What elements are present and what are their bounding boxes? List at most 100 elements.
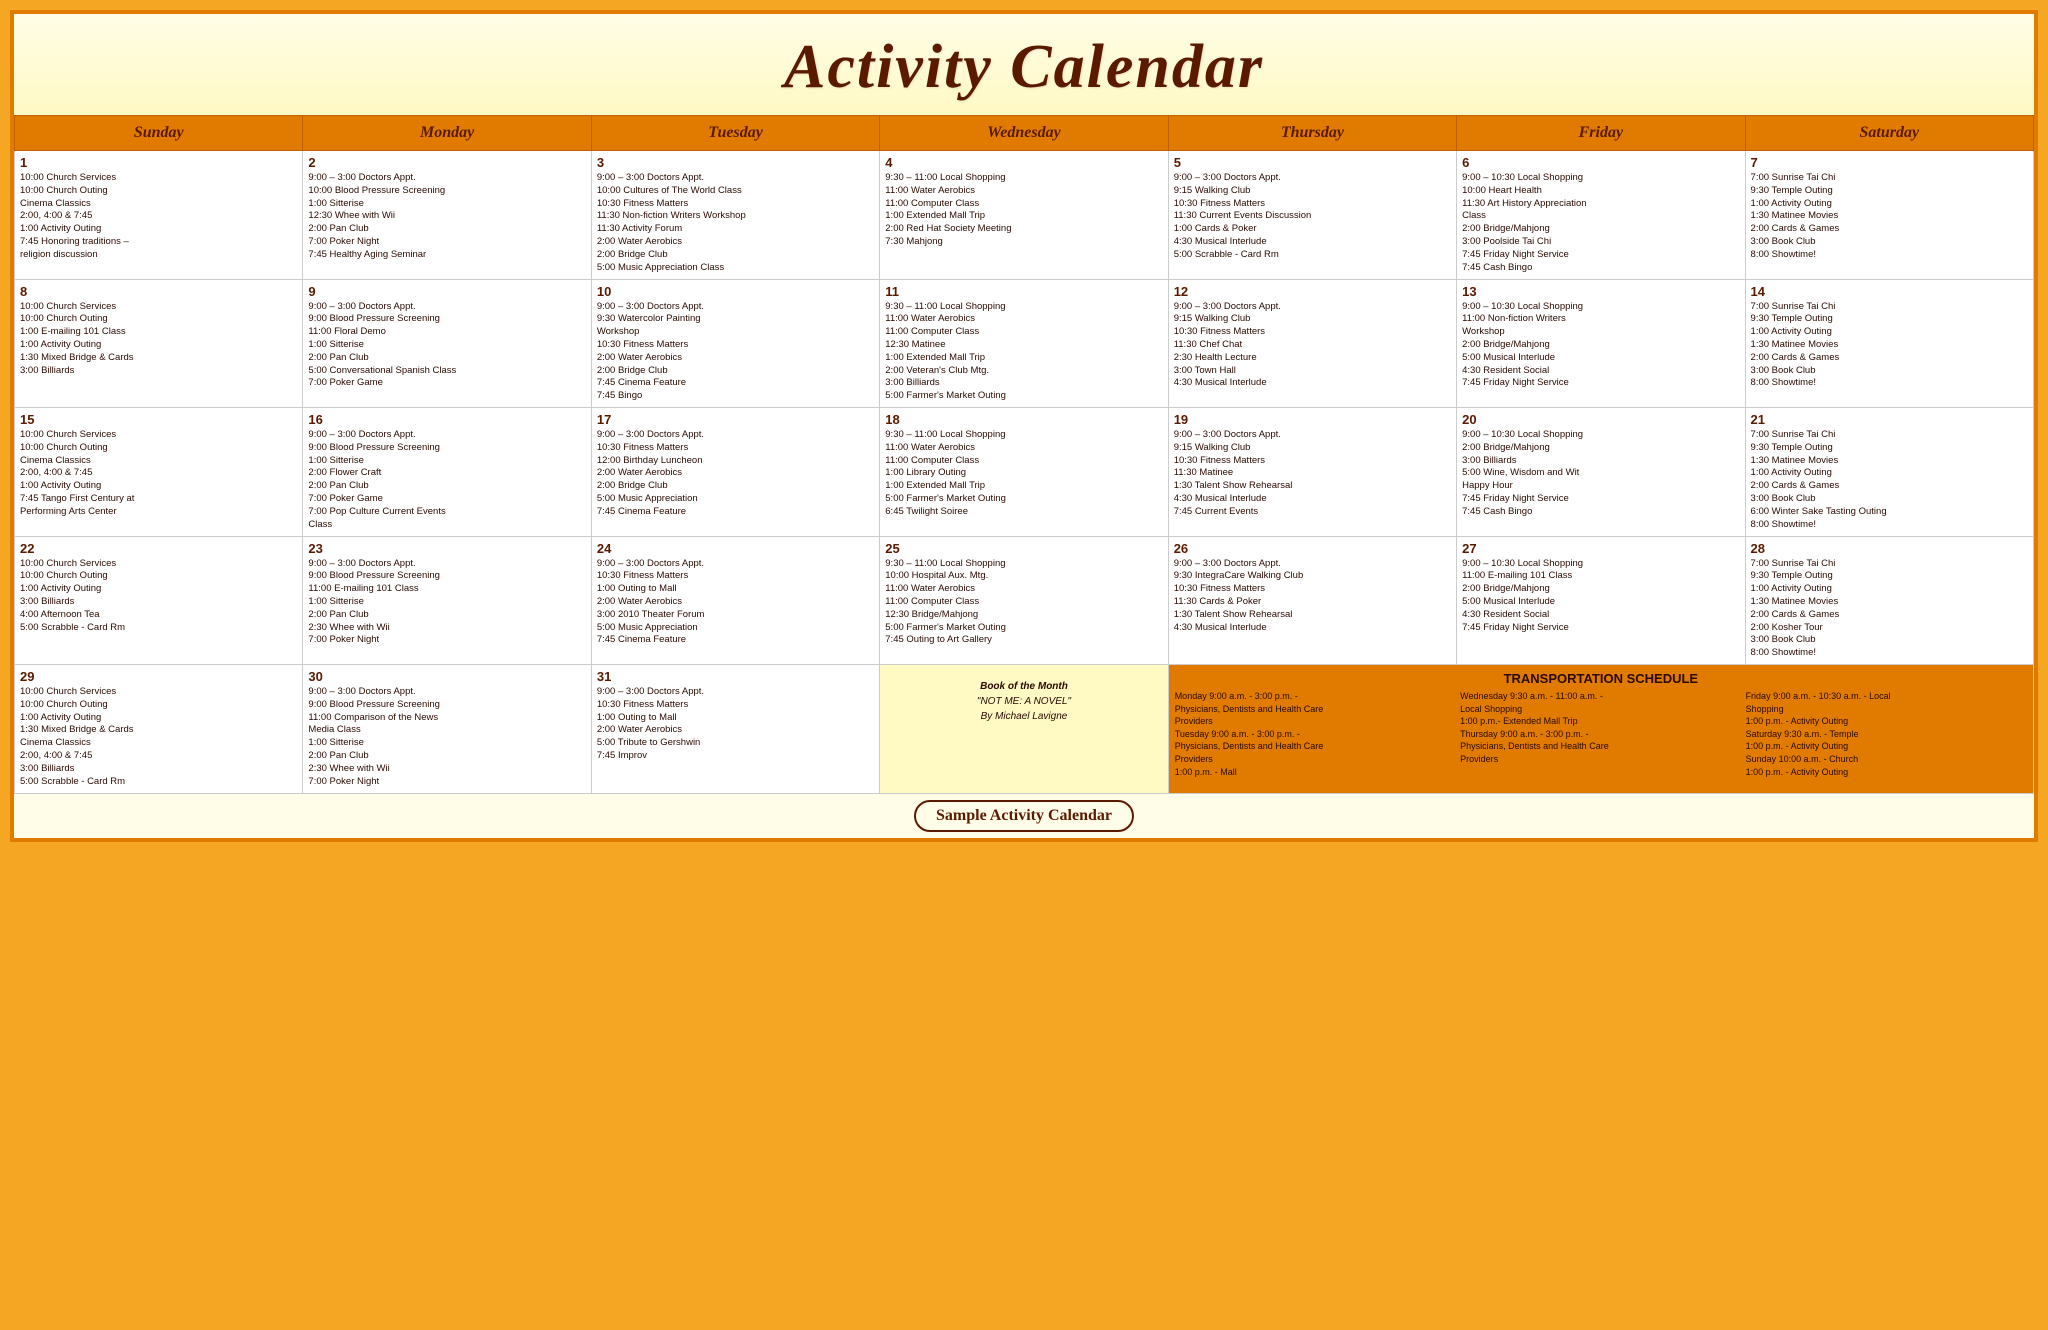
event-item: 7:45 Honoring traditions – [20, 236, 297, 249]
day-number: 19 [1174, 412, 1451, 427]
event-item: 1:30 Talent Show Rehearsal [1174, 480, 1451, 493]
day-number: 30 [308, 669, 585, 684]
event-item: 2:00 Pan Club [308, 480, 585, 493]
event-item: 1:00 Extended Mall Trip [885, 352, 1162, 365]
calendar-cell: 2910:00 Church Services10:00 Church Outi… [15, 665, 303, 794]
event-item: 1:30 Matinee Movies [1751, 455, 2028, 468]
week-row-4: 2210:00 Church Services10:00 Church Outi… [15, 536, 2034, 665]
event-item: 1:00 Sitterise [308, 737, 585, 750]
event-item: 9:00 – 3:00 Doctors Appt. [308, 429, 585, 442]
transport-line: Wednesday 9:30 a.m. - 11:00 a.m. - [1460, 690, 1741, 703]
event-item: 10:30 Fitness Matters [597, 442, 874, 455]
event-item: 10:30 Fitness Matters [597, 198, 874, 211]
calendar-cell: 179:00 – 3:00 Doctors Appt.10:30 Fitness… [591, 408, 879, 537]
event-item: 10:30 Fitness Matters [597, 570, 874, 583]
event-item: 3:00 Book Club [1751, 236, 2028, 249]
event-item: Performing Arts Center [20, 506, 297, 519]
day-number: 5 [1174, 155, 1451, 170]
event-item: 2:00 Water Aerobics [597, 724, 874, 737]
transport-line: Providers [1460, 753, 1741, 766]
event-item: 3:00 Billiards [885, 377, 1162, 390]
transport-line: Sunday 10:00 a.m. - Church [1746, 753, 2027, 766]
event-item: 9:00 – 10:30 Local Shopping [1462, 301, 1739, 314]
event-item: 9:00 – 3:00 Doctors Appt. [308, 686, 585, 699]
event-item: 9:30 IntegraCare Walking Club [1174, 570, 1451, 583]
calendar-cell: 217:00 Sunrise Tai Chi9:30 Temple Outing… [1745, 408, 2033, 537]
calendar-cell: 209:00 – 10:30 Local Shopping2:00 Bridge… [1457, 408, 1745, 537]
event-item: 7:45 Friday Night Service [1462, 377, 1739, 390]
event-item: Cinema Classics [20, 198, 297, 211]
transport-line: Local Shopping [1460, 703, 1741, 716]
event-item: 11:00 Water Aerobics [885, 313, 1162, 326]
event-item: 1:00 Sitterise [308, 596, 585, 609]
event-item: 1:30 Matinee Movies [1751, 210, 2028, 223]
event-item: 10:00 Church Outing [20, 442, 297, 455]
event-item: 5:00 Farmer's Market Outing [885, 390, 1162, 403]
day-number: 28 [1751, 541, 2028, 556]
event-item: 1:00 Activity Outing [1751, 198, 2028, 211]
calendar-cell: 169:00 – 3:00 Doctors Appt.9:00 Blood Pr… [303, 408, 591, 537]
transport-line: Providers [1175, 753, 1456, 766]
event-item: 5:00 Conversational Spanish Class [308, 365, 585, 378]
day-header-saturday: Saturday [1745, 116, 2033, 151]
event-item: 7:45 Current Events [1174, 506, 1451, 519]
event-item: 7:00 Poker Game [308, 493, 585, 506]
week-row-2: 810:00 Church Services10:00 Church Outin… [15, 279, 2034, 408]
calendar-cell: 119:30 – 11:00 Local Shopping11:00 Water… [880, 279, 1168, 408]
calendar-cell: 129:00 – 3:00 Doctors Appt.9:15 Walking … [1168, 279, 1456, 408]
event-item: 11:00 Water Aerobics [885, 185, 1162, 198]
event-item: 9:00 – 3:00 Doctors Appt. [1174, 172, 1451, 185]
event-item: 3:00 Billiards [1462, 455, 1739, 468]
event-item: Cinema Classics [20, 737, 297, 750]
event-item: 11:00 E-mailing 101 Class [1462, 570, 1739, 583]
event-item: 11:30 Activity Forum [597, 223, 874, 236]
event-item: 2:00 Water Aerobics [597, 352, 874, 365]
event-item: 9:15 Walking Club [1174, 442, 1451, 455]
transport-line: Tuesday 9:00 a.m. - 3:00 p.m. - [1175, 728, 1456, 741]
event-item: 11:30 Art History Appreciation [1462, 198, 1739, 211]
event-item: 1:00 Outing to Mall [597, 583, 874, 596]
event-item: 2:00 Bridge Club [597, 365, 874, 378]
event-item: 5:00 Musical Interlude [1462, 596, 1739, 609]
event-item: 3:00 Book Club [1751, 365, 2028, 378]
event-item: 11:00 Water Aerobics [885, 583, 1162, 596]
event-item: 9:00 – 3:00 Doctors Appt. [308, 301, 585, 314]
day-number: 20 [1462, 412, 1739, 427]
event-item: 8:00 Showtime! [1751, 519, 2028, 532]
day-number: 25 [885, 541, 1162, 556]
transport-line: 1:00 p.m. - Activity Outing [1746, 766, 2027, 779]
calendar-cell: 110:00 Church Services10:00 Church Outin… [15, 151, 303, 280]
event-item: 7:45 Cash Bingo [1462, 262, 1739, 275]
day-number: 21 [1751, 412, 2028, 427]
event-item: 7:45 Friday Night Service [1462, 622, 1739, 635]
calendar-cell: 49:30 – 11:00 Local Shopping11:00 Water … [880, 151, 1168, 280]
day-number: 4 [885, 155, 1162, 170]
calendar-cell: 109:00 – 3:00 Doctors Appt.9:30 Watercol… [591, 279, 879, 408]
event-item: 10:00 Church Services [20, 301, 297, 314]
event-item: 9:00 – 10:30 Local Shopping [1462, 172, 1739, 185]
event-item: 5:00 Music Appreciation [597, 622, 874, 635]
event-item: 8:00 Showtime! [1751, 377, 2028, 390]
event-item: 7:45 Cinema Feature [597, 506, 874, 519]
event-item: 1:00 Library Outing [885, 467, 1162, 480]
day-number: 10 [597, 284, 874, 299]
event-item: 6:00 Winter Sake Tasting Outing [1751, 506, 2028, 519]
event-item: 1:00 Sitterise [308, 198, 585, 211]
event-item: 9:30 – 11:00 Local Shopping [885, 301, 1162, 314]
event-item: 7:30 Mahjong [885, 236, 1162, 249]
calendar-cell: 259:30 – 11:00 Local Shopping10:00 Hospi… [880, 536, 1168, 665]
event-item: 1:00 Activity Outing [1751, 583, 2028, 596]
day-number: 7 [1751, 155, 2028, 170]
day-number: 29 [20, 669, 297, 684]
event-item: 1:30 Matinee Movies [1751, 339, 2028, 352]
event-item: 4:30 Resident Social [1462, 609, 1739, 622]
week-row-3: 1510:00 Church Services10:00 Church Outi… [15, 408, 2034, 537]
day-number: 8 [20, 284, 297, 299]
event-item: 2:00 Cards & Games [1751, 352, 2028, 365]
calendar-cell: 269:00 – 3:00 Doctors Appt.9:30 IntegraC… [1168, 536, 1456, 665]
event-item: 3:00 Book Club [1751, 634, 2028, 647]
day-number: 16 [308, 412, 585, 427]
event-item: 4:00 Afternoon Tea [20, 609, 297, 622]
event-item: 5:00 Music Appreciation [597, 493, 874, 506]
day-number: 6 [1462, 155, 1739, 170]
